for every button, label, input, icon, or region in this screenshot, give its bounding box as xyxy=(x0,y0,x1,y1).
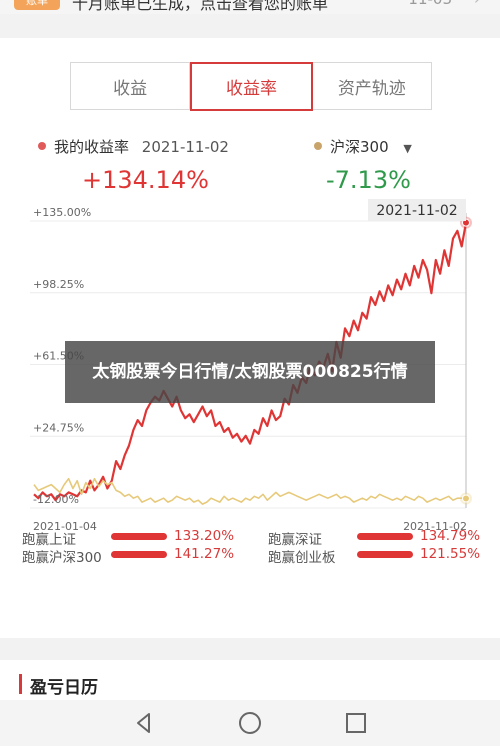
notification-message[interactable]: 十月账单已生成，点击查看您的账单 xyxy=(72,0,328,14)
notification-badge: 账单 xyxy=(14,0,60,10)
pnl-calendar-header[interactable]: 盈亏日历 xyxy=(0,660,500,700)
stat-csi300: 跑赢沪深300 141.27% xyxy=(22,546,234,566)
stat-label: 跑赢沪深300 xyxy=(22,550,102,566)
notification-bar[interactable]: 账单 十月账单已生成，点击查看您的账单 11-03 › xyxy=(0,0,500,14)
stat-szse: 跑赢深证 134.79% xyxy=(268,528,480,548)
end-point xyxy=(462,494,470,503)
date-marker-label: 2021-11-02 xyxy=(376,203,457,219)
stat-value: 134.79% xyxy=(420,528,481,544)
system-nav-bar xyxy=(0,700,500,746)
tab-earnings[interactable]: 收益 xyxy=(71,63,191,109)
recent-apps-icon[interactable] xyxy=(343,710,369,736)
news-overlay-title[interactable]: 太钢股票今日行情/太钢股票000825行情 xyxy=(65,341,435,403)
legend-mine: 我的收益率 2021-11-02 xyxy=(38,136,229,157)
notification-date: 11-03 xyxy=(408,0,452,8)
stat-bar xyxy=(111,551,167,558)
section-marker xyxy=(19,674,22,694)
stat-sse: 跑赢上证 133.20% xyxy=(22,528,234,548)
y-tick-label: +135.00% xyxy=(33,206,91,219)
legend-benchmark[interactable]: 沪深300 ▼ xyxy=(314,136,412,157)
legend-bench-label: 沪深300 xyxy=(330,138,389,156)
tab-asset-track[interactable]: 资产轨迹 xyxy=(313,63,431,109)
back-icon[interactable] xyxy=(131,710,157,736)
legend-mine-label: 我的收益率 xyxy=(54,138,130,156)
stat-chinext: 跑赢创业板 121.55% xyxy=(268,546,480,566)
chevron-right-icon: › xyxy=(474,0,480,8)
y-tick-label: +24.75% xyxy=(33,421,84,434)
calendar-title: 盈亏日历 xyxy=(30,678,98,698)
stat-label: 跑赢创业板 xyxy=(268,550,336,566)
stat-value: 141.27% xyxy=(174,546,235,562)
tab-return-rate[interactable]: 收益率 xyxy=(190,61,313,111)
stat-bar xyxy=(357,551,413,558)
y-tick-label: -12.00% xyxy=(33,493,79,506)
legend-dot xyxy=(38,142,46,150)
home-icon[interactable] xyxy=(237,710,263,736)
tab-group: 收益 收益率 资产轨迹 xyxy=(70,61,432,111)
caret-down-icon[interactable]: ▼ xyxy=(403,142,411,155)
legend-mine-date: 2021-11-02 xyxy=(141,138,229,156)
stat-bar xyxy=(111,533,167,540)
legend-dot xyxy=(314,142,322,150)
stat-bar xyxy=(357,533,413,540)
stat-value: 133.20% xyxy=(174,528,235,544)
y-tick-label: +98.25% xyxy=(33,278,84,291)
stat-value: 121.55% xyxy=(420,546,481,562)
